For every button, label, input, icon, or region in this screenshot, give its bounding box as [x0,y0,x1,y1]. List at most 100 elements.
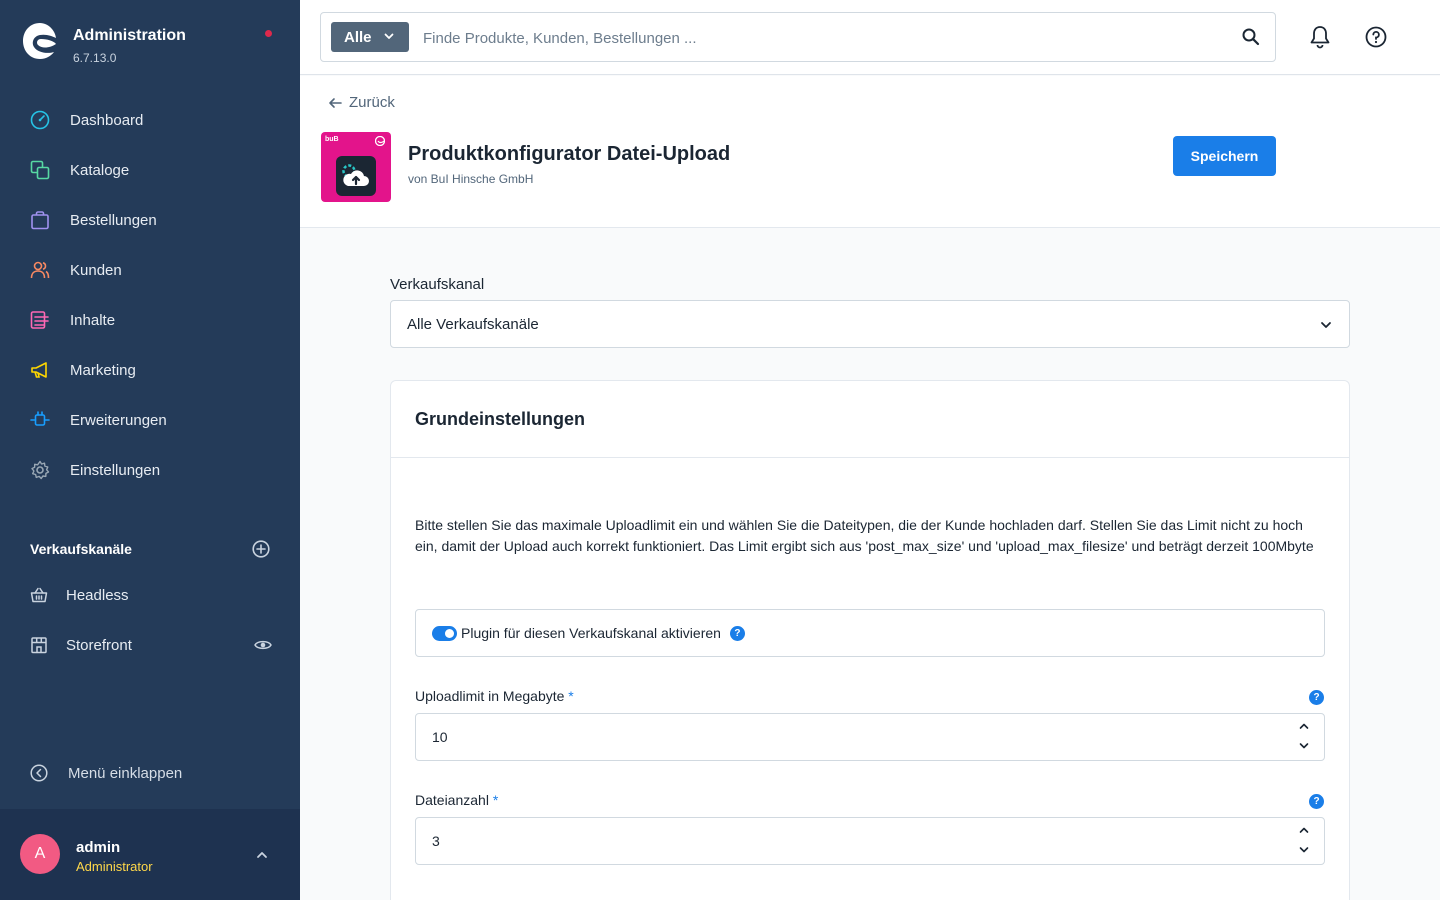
chevron-up-icon[interactable] [1298,720,1310,732]
settings-card: Grundeinstellungen Bitte stellen Sie das… [390,380,1350,900]
basket-icon [30,587,48,603]
user-menu[interactable]: A admin Administrator [0,809,300,900]
arrow-left-icon [329,97,342,108]
search-type-label: Alle [344,28,372,46]
file-count-input[interactable]: 3 [415,817,1325,865]
help-icon[interactable] [1365,26,1387,48]
save-button[interactable]: Speichern [1173,136,1276,176]
chevron-up-icon[interactable] [1298,824,1310,836]
nav-item-einstellungen[interactable]: Einstellungen [0,445,300,495]
user-role: Administrator [76,859,153,874]
sales-channel-label: Storefront [66,636,132,654]
nav-item-inhalte[interactable]: Inhalte [0,295,300,345]
activate-plugin-label: Plugin für diesen Verkaufskanal aktivier… [461,625,721,641]
add-sales-channel-icon[interactable] [252,540,270,558]
file-count-label-text: Dateianzahl [415,792,489,808]
nav-item-bestellungen[interactable]: Bestellungen [0,195,300,245]
nav-label: Bestellungen [70,211,157,229]
plugin-icon: buB [321,132,391,202]
chevron-down-icon[interactable] [1298,740,1310,752]
required-mark: * [568,688,574,704]
content-icon [30,310,50,330]
sales-channel-label: Verkaufskanal [390,276,485,293]
number-stepper [1298,824,1310,856]
nav-label: Kunden [70,261,122,279]
chevron-down-icon [384,33,394,39]
nav-label: Kataloge [70,161,130,179]
admin-version: 6.7.13.0 [73,51,117,65]
main-content: Verkaufskanal Alle Verkaufskanäle Grunde… [300,229,1440,900]
main-nav: Dashboard Kataloge Bestellungen Kunden I… [0,95,300,495]
search-type-select[interactable]: Alle [331,22,409,52]
nav-item-marketing[interactable]: Marketing [0,345,300,395]
card-header: Grundeinstellungen [391,381,1349,458]
chevron-up-icon[interactable] [254,847,270,863]
plugin-title: Produktkonfigurator Datei-Upload [408,143,731,165]
eye-icon[interactable] [254,636,272,654]
upload-limit-label-text: Uploadlimit in Megabyte [415,688,565,704]
chevron-down-icon [1321,322,1331,328]
file-count-value: 3 [432,833,440,849]
plugin-icon-brand: buB [325,136,339,143]
nav-label: Dashboard [70,111,144,129]
sales-channel-label: Headless [66,586,129,604]
sales-channels-title: Verkaufskanäle [30,541,132,557]
collapse-menu-label: Menü einklappen [68,764,183,782]
top-bar: Alle [300,0,1440,75]
sales-channel-storefront[interactable]: Storefront [0,620,300,670]
sales-channel-select[interactable]: Alle Verkaufskanäle [390,300,1350,348]
cloud-upload-icon [336,156,376,196]
sidebar-header: Administration 6.7.13.0 [0,0,300,80]
nav-label: Marketing [70,361,136,379]
upload-limit-label: Uploadlimit in Megabyte * [415,688,574,704]
sidebar: Administration 6.7.13.0 Dashboard Katalo… [0,0,300,900]
help-tooltip-icon[interactable]: ? [1309,794,1324,809]
chevron-left-circle-icon [30,764,48,782]
user-name: admin [76,839,121,856]
nav-label: Inhalte [70,311,116,329]
nav-item-dashboard[interactable]: Dashboard [0,95,300,145]
number-stepper [1298,720,1310,752]
activate-plugin-toggle-row: Plugin für diesen Verkaufskanal aktivier… [415,609,1325,657]
card-title: Grundeinstellungen [415,408,586,429]
plug-icon [30,410,50,430]
admin-title: Administration [73,27,186,44]
collapse-menu-button[interactable]: Menü einklappen [30,764,182,782]
nav-label: Erweiterungen [70,411,167,429]
notification-dot [265,30,272,37]
upload-limit-value: 10 [432,729,448,745]
sales-channel-value: Alle Verkaufskanäle [407,315,539,333]
settings-description: Bitte stellen Sie das maximale Uploadlim… [415,517,1314,554]
gear-icon [30,460,50,480]
nav-label: Einstellungen [70,461,161,479]
search-input[interactable] [423,25,1213,51]
required-mark: * [492,792,499,808]
sales-channels-header: Verkaufskanäle [30,538,270,560]
catalog-icon [30,160,50,180]
megaphone-icon [30,360,50,380]
nav-item-kataloge[interactable]: Kataloge [0,145,300,195]
shopping-bag-icon [30,210,50,230]
plugin-vendor: von BuI Hinsche GmbH [408,172,534,186]
activate-plugin-switch[interactable] [432,625,457,641]
back-link[interactable]: Zurück [328,94,395,111]
back-label: Zurück [349,94,395,111]
help-tooltip-icon[interactable]: ? [1309,690,1324,705]
nav-item-erweiterungen[interactable]: Erweiterungen [0,395,300,445]
storefront-icon [31,637,47,654]
upload-limit-input[interactable]: 10 [415,713,1325,761]
sales-channel-headless[interactable]: Headless [0,570,300,620]
chevron-down-icon[interactable] [1298,844,1310,856]
help-tooltip-icon[interactable]: ? [729,625,745,641]
avatar: A [20,834,60,874]
page-header: Zurück buB Produktkonfigurator Datei-Upl… [300,76,1440,228]
dashboard-icon [30,110,50,130]
global-search: Alle [320,12,1276,62]
nav-item-kunden[interactable]: Kunden [0,245,300,295]
file-count-label: Dateianzahl * [415,792,498,808]
search-icon[interactable] [1241,27,1261,47]
shopware-logo-icon[interactable] [22,22,58,60]
customers-icon [30,260,50,280]
switch-knob [445,628,454,638]
bell-icon[interactable] [1309,25,1331,49]
